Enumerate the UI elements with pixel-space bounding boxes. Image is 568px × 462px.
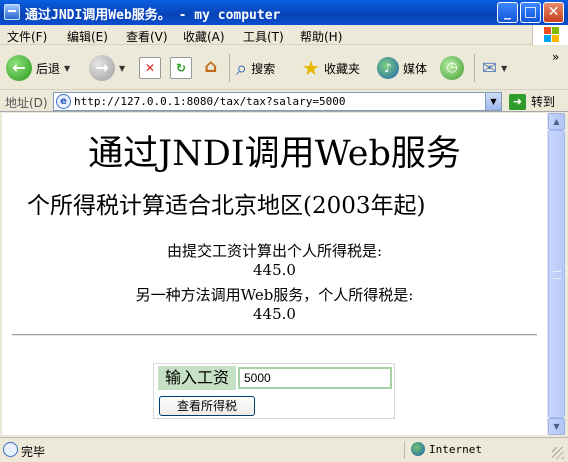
- history-button[interactable]: ◷: [440, 51, 464, 85]
- maximize-button[interactable]: □: [520, 2, 541, 23]
- status-page-icon: [3, 442, 18, 457]
- status-bar: 完毕 Internet: [0, 437, 568, 462]
- menu-favorites[interactable]: 收藏(A): [183, 28, 225, 45]
- back-dropdown-icon[interactable]: ▼: [64, 64, 70, 73]
- refresh-button[interactable]: ↻: [170, 51, 192, 85]
- forward-dropdown-icon[interactable]: ▼: [119, 64, 125, 73]
- result-value-2: 445.0: [253, 305, 296, 323]
- go-label: 转到: [531, 95, 556, 109]
- menu-file[interactable]: 文件(F): [7, 28, 47, 45]
- page-heading: 通过JNDI调用Web服务: [88, 134, 461, 174]
- mail-button[interactable]: ✉ ▼: [482, 51, 507, 85]
- menu-tools[interactable]: 工具(T): [243, 28, 284, 45]
- menu-help[interactable]: 帮助(H): [300, 28, 342, 45]
- mail-icon: ✉: [482, 57, 498, 79]
- scroll-down-icon[interactable]: ▼: [548, 418, 565, 435]
- menu-bar: 文件(F) 编辑(E) 查看(V) 收藏(A) 工具(T) 帮助(H): [0, 25, 568, 45]
- internet-globe-icon: [411, 442, 425, 456]
- stop-icon: ✕: [139, 57, 161, 79]
- search-icon: ⌕: [236, 56, 248, 80]
- toolbar-overflow-icon[interactable]: »: [552, 50, 559, 64]
- salary-label: 输入工资: [158, 366, 236, 390]
- menu-view[interactable]: 查看(V): [126, 28, 168, 45]
- minimize-button[interactable]: _: [497, 2, 518, 23]
- back-label: 后退: [36, 61, 61, 76]
- history-clock-icon: ◷: [440, 56, 464, 80]
- page-icon: e: [56, 94, 71, 109]
- media-icon: ♪: [377, 57, 399, 79]
- windows-logo-icon: [532, 25, 568, 45]
- stop-button[interactable]: ✕: [139, 51, 161, 85]
- result-line-1: 由提交工资计算出个人所得税是:: [166, 242, 383, 260]
- page-subheading: 个所得税计算适合北京地区(2003年起): [27, 193, 426, 219]
- back-arrow-icon: ←: [6, 55, 32, 81]
- close-button[interactable]: ✕: [543, 2, 564, 23]
- salary-input[interactable]: 5000: [238, 367, 392, 389]
- go-button[interactable]: ➜ 转到: [509, 93, 555, 110]
- scroll-up-icon[interactable]: ▲: [548, 113, 565, 130]
- salary-form: 输入工资 5000 查看所得税: [153, 363, 395, 419]
- page-content: 通过JNDI调用Web服务 个所得税计算适合北京地区(2003年起) 由提交工资…: [2, 113, 547, 435]
- address-input[interactable]: e http://127.0.0.1:8080/tax/tax?salary=5…: [53, 92, 502, 111]
- refresh-icon: ↻: [170, 57, 192, 79]
- vertical-scrollbar[interactable]: ▲ ▼: [547, 113, 565, 435]
- address-bar: 地址(D) e http://127.0.0.1:8080/tax/tax?sa…: [0, 91, 568, 112]
- window-title: 通过JNDI调用Web服务。 - my computer: [25, 8, 281, 23]
- home-icon: ⌂: [204, 56, 218, 77]
- toolbar: ← 后退 ▼ → ▼ ✕ ↻ ⌂ ⌕ 搜索 ★ 收藏夹 ♪ 媒体 ◷ ✉ ▼ »: [0, 46, 568, 90]
- forward-arrow-icon: →: [89, 55, 115, 81]
- home-button[interactable]: ⌂: [200, 51, 222, 85]
- media-label: 媒体: [403, 61, 428, 76]
- go-arrow-icon: ➜: [509, 93, 526, 110]
- security-zone: Internet: [404, 441, 544, 459]
- back-button[interactable]: ← 后退 ▼: [6, 51, 70, 85]
- result-line-2: 另一种方法调用Web服务，个人所得税是:: [135, 286, 414, 304]
- address-url[interactable]: http://127.0.0.1:8080/tax/tax?salary=500…: [74, 95, 346, 108]
- toolbar-separator: [474, 54, 475, 82]
- address-label: 地址(D): [5, 96, 48, 110]
- mail-dropdown-icon[interactable]: ▼: [501, 64, 507, 73]
- status-text: 完毕: [21, 445, 46, 459]
- address-dropdown-icon[interactable]: ▼: [485, 93, 501, 110]
- favorites-button[interactable]: ★ 收藏夹: [302, 51, 360, 85]
- star-icon: ★: [302, 56, 320, 80]
- zone-label: Internet: [429, 443, 482, 456]
- menu-edit[interactable]: 编辑(E): [67, 28, 108, 45]
- view-tax-button[interactable]: 查看所得税: [159, 396, 255, 416]
- favorites-label: 收藏夹: [323, 61, 360, 76]
- divider: [12, 334, 537, 336]
- ie-page-icon: [4, 4, 20, 20]
- scroll-thumb[interactable]: [548, 130, 565, 418]
- forward-button[interactable]: → ▼: [89, 51, 125, 85]
- toolbar-separator: [229, 54, 230, 82]
- search-label: 搜索: [251, 61, 276, 76]
- scroll-grip-icon: [553, 271, 561, 279]
- search-button[interactable]: ⌕ 搜索: [236, 51, 275, 85]
- media-button[interactable]: ♪ 媒体: [377, 51, 427, 85]
- title-bar: 通过JNDI调用Web服务。 - my computer _ □ ✕: [0, 0, 568, 25]
- resize-grip-icon[interactable]: [552, 447, 564, 459]
- result-value-1: 445.0: [253, 261, 296, 279]
